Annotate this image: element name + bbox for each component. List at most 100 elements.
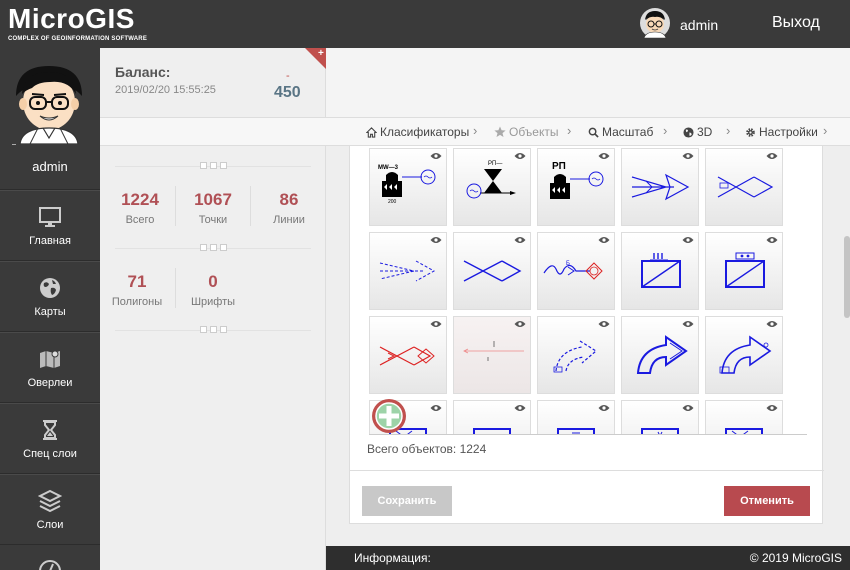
divider bbox=[250, 186, 251, 226]
symbol-number: 200 bbox=[388, 199, 397, 205]
sidebar-profile: admin bbox=[0, 48, 100, 190]
breadcrumb-label: Класификаторы bbox=[380, 125, 470, 139]
speedometer-icon bbox=[39, 560, 61, 570]
sidebar-item-more[interactable] bbox=[38, 558, 62, 570]
search-icon bbox=[588, 127, 599, 138]
breadcrumb-item-objects[interactable]: Объекты bbox=[494, 125, 559, 139]
stat-label: Полигоны bbox=[111, 296, 163, 308]
save-button[interactable]: Сохранить bbox=[362, 486, 452, 516]
header-user[interactable]: admin bbox=[640, 8, 718, 38]
divider bbox=[350, 470, 824, 471]
logo[interactable]: MicroGIS COMPLEX OF GEOINFORMATION SOFTW… bbox=[8, 4, 147, 43]
symbol-grid[interactable]: MW—3 200 РП— РП Б bbox=[369, 148, 809, 434]
stat-value: 0 bbox=[208, 272, 218, 291]
sidebar-item-label: Спец слои bbox=[23, 448, 77, 460]
sidebar: admin Главная Карты Оверлеи Спец слои Сл… bbox=[0, 48, 100, 570]
footer-copyright: © 2019 MicroGIS bbox=[749, 551, 842, 565]
symbol-tile[interactable] bbox=[705, 400, 783, 434]
chevron-right-icon: › bbox=[567, 123, 572, 138]
sidebar-item-label: Главная bbox=[29, 235, 71, 247]
collapse-handle[interactable] bbox=[200, 326, 230, 334]
symbol-tile[interactable]: Б bbox=[537, 232, 615, 310]
sidebar-item-layers[interactable]: Слои bbox=[0, 474, 100, 545]
breadcrumb-item-settings[interactable]: Настройки bbox=[745, 125, 818, 139]
footer-info: Информация: bbox=[354, 551, 431, 565]
sidebar-item-label: Оверлеи bbox=[27, 377, 73, 389]
symbol-icon bbox=[717, 176, 774, 198]
status-indicator bbox=[12, 144, 16, 145]
symbol-tile[interactable] bbox=[705, 232, 783, 310]
logout-button[interactable]: Выход bbox=[772, 14, 820, 32]
symbol-tile[interactable] bbox=[537, 316, 615, 394]
stat-label: Точки bbox=[198, 214, 228, 226]
symbol-tile[interactable] bbox=[453, 232, 531, 310]
stat-label: Шрифты bbox=[190, 296, 236, 308]
top-header: MicroGIS COMPLEX OF GEOINFORMATION SOFTW… bbox=[0, 0, 850, 48]
symbol-icon bbox=[725, 252, 765, 288]
breadcrumb-item-3d[interactable]: 3D bbox=[683, 125, 712, 139]
stat-label: Линии bbox=[273, 214, 305, 226]
breadcrumb-label: Масштаб bbox=[602, 125, 654, 139]
symbol-tile[interactable] bbox=[537, 400, 615, 434]
avatar[interactable] bbox=[10, 62, 88, 144]
stat-total: 1224 Всего bbox=[105, 190, 175, 226]
symbol-icon bbox=[719, 335, 772, 374]
gear-icon bbox=[746, 127, 755, 137]
symbol-tile[interactable] bbox=[453, 400, 531, 434]
symbol-icon: РП— bbox=[466, 161, 516, 199]
breadcrumb: Класификаторы › Объекты › Масштаб › 3D ›… bbox=[326, 118, 850, 146]
symbol-tile[interactable] bbox=[705, 316, 783, 394]
sidebar-item-maps[interactable]: Карты bbox=[0, 261, 100, 332]
symbol-tile[interactable] bbox=[369, 232, 447, 310]
symbol-tile[interactable] bbox=[621, 232, 699, 310]
symbol-tile[interactable] bbox=[621, 148, 699, 226]
symbol-icon bbox=[557, 428, 595, 434]
symbol-icon bbox=[379, 260, 436, 282]
symbol-tile[interactable]: РП bbox=[537, 148, 615, 226]
stat-fonts: 0 Шрифты bbox=[178, 272, 248, 308]
sidebar-item-special-layers[interactable]: Спец слои bbox=[0, 403, 100, 474]
footer: Информация: © 2019 MicroGIS bbox=[326, 546, 850, 570]
symbol-icon bbox=[379, 346, 435, 366]
symbol-code: РП— bbox=[488, 161, 502, 167]
header-username: admin bbox=[680, 17, 719, 33]
symbol-tile[interactable]: MW—3 200 bbox=[369, 148, 447, 226]
symbol-icon: РП bbox=[550, 161, 604, 199]
star-icon bbox=[494, 126, 506, 137]
symbol-tile[interactable] bbox=[453, 316, 531, 394]
chevron-right-icon: › bbox=[823, 123, 828, 138]
monitor-icon bbox=[39, 207, 61, 227]
divider bbox=[175, 186, 176, 226]
breadcrumb-item-scale[interactable]: Масштаб bbox=[588, 125, 653, 139]
symbol-tile[interactable] bbox=[705, 148, 783, 226]
globe-icon bbox=[40, 278, 60, 298]
balance-delta: - bbox=[286, 70, 290, 82]
symbol-tile[interactable]: РП— bbox=[453, 148, 531, 226]
stat-value: 71 bbox=[127, 272, 147, 291]
sidebar-item-overlays[interactable]: Оверлеи bbox=[0, 332, 100, 403]
stats-panel: Баланс: 2019/02/20 15:55:25 - 450 1224 В… bbox=[100, 48, 326, 570]
chevron-right-icon: › bbox=[663, 123, 668, 138]
symbol-tile[interactable] bbox=[621, 400, 699, 434]
add-object-button[interactable] bbox=[371, 398, 407, 434]
stat-points: 1067 Точки bbox=[178, 190, 248, 226]
sidebar-item-label: Карты bbox=[34, 306, 66, 318]
chevron-right-icon: › bbox=[473, 123, 478, 138]
symbol-tile[interactable] bbox=[369, 316, 447, 394]
chevron-right-icon: › bbox=[726, 123, 731, 138]
home-icon bbox=[366, 126, 377, 138]
symbol-code: Б bbox=[566, 261, 570, 267]
cancel-button[interactable]: Отменить bbox=[724, 486, 810, 516]
sidebar-item-home[interactable]: Главная bbox=[0, 190, 100, 261]
symbol-tile[interactable] bbox=[621, 316, 699, 394]
logo-subtitle: COMPLEX OF GEOINFORMATION SOFTWARE bbox=[8, 36, 148, 42]
collapse-handle[interactable] bbox=[200, 162, 230, 170]
symbol-icon bbox=[553, 340, 598, 373]
collapse-handle[interactable] bbox=[200, 244, 230, 252]
balance-title: Баланс: bbox=[115, 64, 171, 80]
symbol-icon bbox=[631, 173, 690, 201]
symbol-icon bbox=[463, 260, 522, 282]
scrollbar-thumb[interactable] bbox=[844, 236, 850, 318]
objects-total: Всего объектов: 1224 bbox=[367, 442, 487, 456]
breadcrumb-item-classifiers[interactable]: Класификаторы bbox=[366, 125, 469, 139]
